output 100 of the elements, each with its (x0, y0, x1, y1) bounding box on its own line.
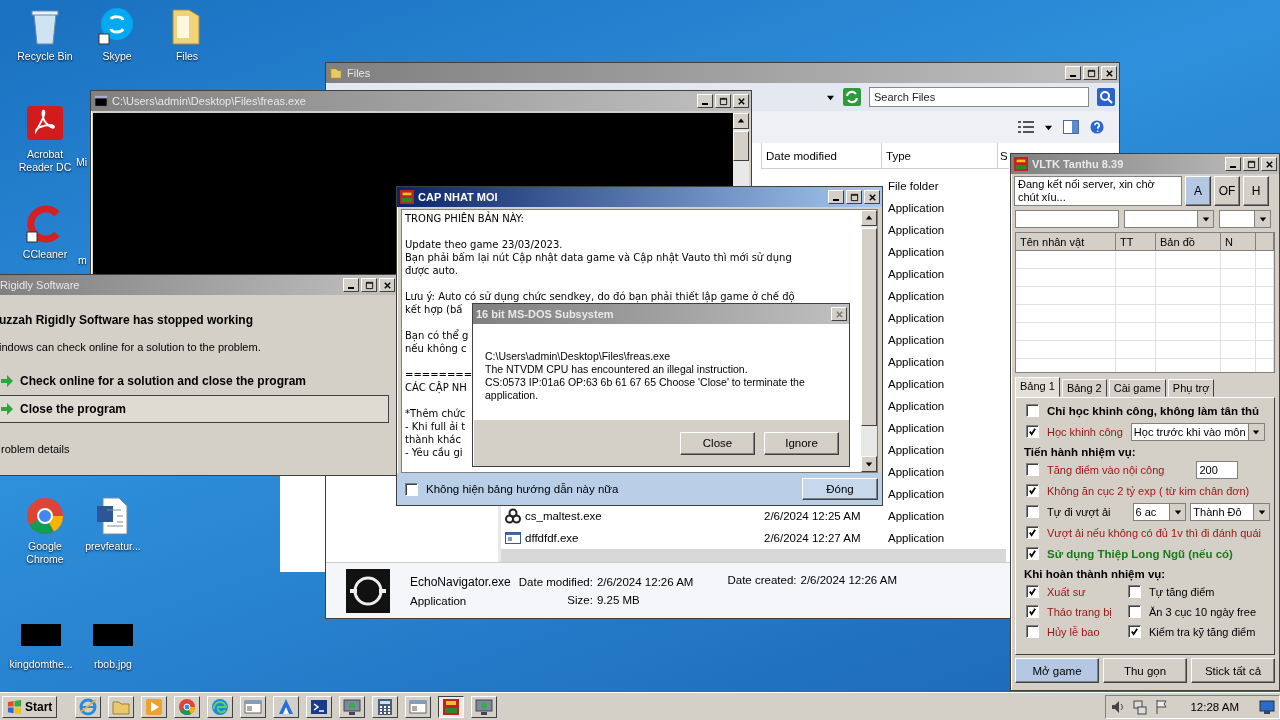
action-button[interactable]: Mở game (1015, 658, 1099, 683)
mode-button[interactable]: H (1243, 176, 1269, 206)
checkbox-label[interactable]: Hủy lễ bao (1047, 625, 1100, 638)
tab[interactable]: Bảng 2 (1061, 379, 1107, 397)
minimize-button[interactable] (828, 190, 844, 204)
checkbox-label[interactable]: Sử dụng Thiệp Long Ngũ (nếu có) (1047, 547, 1233, 560)
tab[interactable]: Cài game (1108, 379, 1166, 397)
close-dialog-button[interactable]: Đóng (802, 478, 878, 500)
network-icon[interactable] (1132, 699, 1149, 715)
details-link[interactable]: roblem details (1, 443, 70, 455)
checkbox-label[interactable]: Ăn 3 cục 10 ngày free (1149, 605, 1256, 618)
refresh-icon[interactable] (843, 88, 861, 106)
scroll-up-icon[interactable] (737, 117, 745, 125)
scroll-thumb[interactable] (861, 228, 877, 426)
checkbox-label[interactable]: Học khinh công (1047, 425, 1123, 438)
checkbox[interactable] (1026, 425, 1039, 438)
checkbox[interactable] (1128, 585, 1141, 598)
scroll-up-icon[interactable] (865, 214, 873, 222)
icon-label[interactable]: Acrobat Reader DC (12, 148, 78, 174)
icon-label[interactable]: rbob.jpg (94, 658, 132, 671)
icon-label[interactable]: Mi (76, 156, 88, 169)
search-icon[interactable] (1097, 88, 1115, 106)
checkbox[interactable] (1026, 463, 1039, 476)
start-button[interactable]: Start (2, 696, 58, 718)
dropdown-icon[interactable] (1258, 215, 1267, 223)
icon-label[interactable]: m (78, 254, 87, 267)
dropdown[interactable]: Học trước khi vào môn (1130, 422, 1265, 441)
number-field[interactable]: 200 (1196, 460, 1239, 479)
taskbar-button[interactable] (438, 696, 465, 718)
show-desktop-icon[interactable] (1259, 699, 1275, 715)
action-button[interactable]: Thu gọn (1103, 658, 1187, 683)
mode-button[interactable]: A (1185, 176, 1211, 206)
checkbox-label[interactable]: Kiểm tra kỹ tăng điểm (1149, 625, 1256, 638)
column-header[interactable]: Date modified (761, 143, 881, 169)
column-header[interactable]: N (1221, 233, 1256, 251)
checkbox[interactable] (1026, 484, 1039, 497)
icon-label[interactable]: Google Chrome (12, 540, 78, 566)
dropdown[interactable] (1124, 210, 1214, 228)
browser-icon[interactable] (25, 496, 65, 536)
checkbox[interactable] (1026, 526, 1039, 539)
checkbox-label[interactable]: Tăng điểm vào nội công (1047, 463, 1165, 476)
checkbox[interactable] (405, 482, 418, 496)
tab[interactable]: Bảng 1 (1015, 377, 1060, 397)
icon-label[interactable]: CCleaner (22, 248, 68, 261)
column-header[interactable]: TT (1116, 233, 1156, 251)
search-field[interactable]: Search Files (869, 87, 1089, 107)
checkbox[interactable] (1026, 625, 1039, 638)
checkbox[interactable] (1026, 547, 1039, 560)
checkbox[interactable] (1026, 585, 1039, 598)
dropdown-icon[interactable] (1252, 427, 1261, 436)
icon-label[interactable]: Skype (102, 50, 132, 63)
dropdown-icon[interactable] (1257, 507, 1266, 516)
dropdown[interactable]: 6 ac (1132, 502, 1187, 521)
checkbox-label[interactable]: Xuất sư (1047, 585, 1086, 598)
column-header[interactable]: Type (881, 143, 997, 169)
checkbox-label[interactable]: Chỉ học khinh công, không làm tân thủ (1047, 404, 1260, 417)
clock[interactable]: 12:28 AM (1190, 701, 1239, 713)
dropdown-icon[interactable] (1201, 215, 1210, 223)
folder-icon (112, 698, 131, 716)
text-line: Bạn có thể g (405, 329, 469, 342)
action-button[interactable]: Stick tất cả (1191, 658, 1275, 683)
column-header[interactable]: Bản đồ (1156, 233, 1221, 251)
icon-label[interactable]: Files (175, 50, 199, 63)
view-options-icon[interactable] (1018, 120, 1034, 134)
scrollbar[interactable] (861, 210, 877, 472)
checkbox[interactable] (1128, 625, 1141, 638)
checkbox[interactable] (1026, 605, 1039, 618)
checkbox[interactable] (1026, 404, 1039, 417)
checkbox-label[interactable]: Tháo trang bị (1047, 605, 1112, 618)
help-icon[interactable] (1089, 120, 1105, 134)
command-link[interactable]: Close the program (0, 395, 389, 423)
scroll-thumb[interactable] (733, 131, 749, 161)
preview-pane-icon[interactable] (1063, 120, 1079, 134)
checkbox[interactable] (1128, 605, 1141, 618)
file-name[interactable]: cs_maltest.exe (525, 510, 602, 522)
icon-label[interactable]: Recycle Bin (17, 50, 73, 63)
maximize-button[interactable] (846, 190, 862, 204)
dialog-button[interactable]: Ignore (764, 431, 839, 455)
checkbox-label[interactable]: Vượt ải nếu không có đủ 1v thì đi đánh quái (1047, 526, 1261, 539)
column-header[interactable]: Tên nhân vật (1016, 233, 1116, 251)
checkbox-label[interactable]: Không ăn cục 2 tỷ exp ( từ kim chân đơn) (1047, 484, 1250, 497)
column-header[interactable]: S (997, 143, 1009, 169)
scroll-down-icon[interactable] (865, 460, 873, 468)
input-field[interactable] (1015, 210, 1119, 228)
checkbox-label[interactable]: Tự đi vượt ải (1047, 505, 1111, 518)
file-name[interactable]: dffdfdf.exe (525, 532, 579, 544)
icon-label[interactable]: kingdomthe... (9, 658, 73, 671)
dialog-button[interactable]: Close (680, 431, 755, 455)
text-line: thành khác (405, 433, 461, 446)
dropdown[interactable]: Thành Đô (1190, 502, 1270, 521)
command-link[interactable]: Check online for a solution and close the program (0, 367, 389, 395)
checkbox-label[interactable]: Không hiện bảng hướng dẫn này nữa (426, 483, 619, 495)
close-button[interactable] (864, 190, 880, 204)
mode-button[interactable]: OF (1214, 176, 1240, 206)
checkbox[interactable] (1026, 505, 1039, 518)
dropdown[interactable] (1219, 210, 1271, 228)
tab[interactable]: Phụ trợ (1167, 379, 1215, 397)
checkbox-label[interactable]: Tự tăng điểm (1149, 585, 1215, 598)
icon-label[interactable]: prevfeatur... (85, 540, 141, 553)
dropdown-icon[interactable] (1173, 507, 1182, 516)
